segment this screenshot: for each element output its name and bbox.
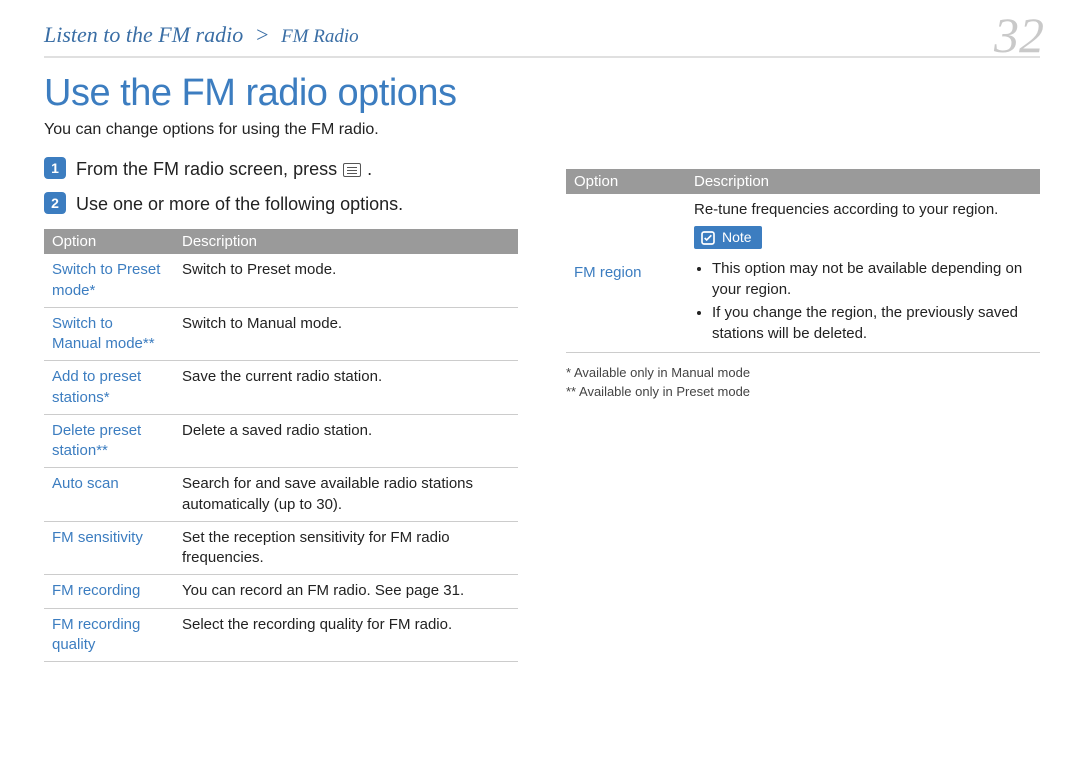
- step-number-badge: 1: [44, 157, 66, 179]
- option-label: FM sensitivity: [44, 521, 174, 575]
- footnote-b: ** Available only in Preset mode: [566, 382, 1040, 402]
- option-desc-main: Re-tune frequencies according to your re…: [694, 200, 1032, 220]
- col-header-option: Option: [44, 229, 174, 254]
- breadcrumb-separator: >: [255, 22, 270, 47]
- options-table-right: Option Description FM region Re-tune fre…: [566, 169, 1040, 353]
- step-2: 2 Use one or more of the following optio…: [44, 192, 518, 217]
- breadcrumb-main: Listen to the FM radio: [44, 22, 243, 47]
- col-header-description: Description: [174, 229, 518, 254]
- table-row: Switch to Preset mode*Switch to Preset m…: [44, 254, 518, 307]
- option-desc: Set the reception sensitivity for FM rad…: [174, 521, 518, 575]
- option-desc: Delete a saved radio station.: [174, 414, 518, 468]
- note-item: If you change the region, the previously…: [712, 302, 1032, 344]
- table-row: Add to preset stations*Save the current …: [44, 361, 518, 415]
- table-row: FM region Re-tune frequencies according …: [566, 194, 1040, 352]
- breadcrumb-tail: FM Radio: [281, 26, 359, 47]
- table-row: Auto scanSearch for and save available r…: [44, 468, 518, 522]
- footnote-a: * Available only in Manual mode: [566, 363, 1040, 383]
- option-label: FM region: [566, 194, 686, 352]
- col-header-description: Description: [686, 169, 1040, 194]
- option-desc: Save the current radio station.: [174, 361, 518, 415]
- left-column: 1 From the FM radio screen, press . 2 Us…: [44, 157, 518, 662]
- page-number: 32: [994, 6, 1044, 64]
- option-desc: Search for and save available radio stat…: [174, 468, 518, 522]
- header-divider: [44, 56, 1040, 58]
- breadcrumb: Listen to the FM radio > FM Radio: [44, 22, 359, 48]
- table-row: FM recordingYou can record an FM radio. …: [44, 575, 518, 608]
- option-label: FM recording quality: [44, 608, 174, 662]
- option-label: Delete preset station**: [44, 414, 174, 468]
- step-1: 1 From the FM radio screen, press .: [44, 157, 518, 182]
- option-label: Add to preset stations*: [44, 361, 174, 415]
- option-label: Switch to Manual mode**: [44, 307, 174, 361]
- footnotes: * Available only in Manual mode ** Avail…: [566, 363, 1040, 402]
- intro-text: You can change options for using the FM …: [44, 121, 1040, 139]
- table-row: Delete preset station**Delete a saved ra…: [44, 414, 518, 468]
- page-title: Use the FM radio options: [44, 72, 1040, 115]
- table-row: Switch to Manual mode**Switch to Manual …: [44, 307, 518, 361]
- option-desc-cell: Re-tune frequencies according to your re…: [686, 194, 1040, 352]
- options-table-left: Option Description Switch to Preset mode…: [44, 229, 518, 662]
- note-box: Note This option may not be available de…: [694, 226, 1032, 344]
- option-label: FM recording: [44, 575, 174, 608]
- table-row: FM sensitivitySet the reception sensitiv…: [44, 521, 518, 575]
- note-list: This option may not be available dependi…: [698, 258, 1032, 344]
- note-label: Note: [722, 228, 752, 247]
- table-row: FM recording qualitySelect the recording…: [44, 608, 518, 662]
- option-desc: Select the recording quality for FM radi…: [174, 608, 518, 662]
- manual-page: 32 Listen to the FM radio > FM Radio Use…: [0, 0, 1080, 762]
- option-desc: You can record an FM radio. See page 31.: [174, 575, 518, 608]
- step-number-badge: 2: [44, 192, 66, 214]
- option-label: Auto scan: [44, 468, 174, 522]
- step-text: From the FM radio screen, press .: [76, 157, 372, 182]
- check-square-icon: [700, 230, 716, 246]
- note-item: This option may not be available dependi…: [712, 258, 1032, 300]
- step-text-post: .: [367, 157, 372, 182]
- note-badge: Note: [694, 226, 762, 249]
- menu-icon: [343, 163, 361, 177]
- col-header-option: Option: [566, 169, 686, 194]
- option-desc: Switch to Manual mode.: [174, 307, 518, 361]
- step-text: Use one or more of the following options…: [76, 192, 403, 217]
- content-columns: 1 From the FM radio screen, press . 2 Us…: [44, 157, 1040, 662]
- step-text-pre: From the FM radio screen, press: [76, 157, 337, 182]
- option-desc: Switch to Preset mode.: [174, 254, 518, 307]
- option-label: Switch to Preset mode*: [44, 254, 174, 307]
- right-column: Option Description FM region Re-tune fre…: [566, 157, 1040, 662]
